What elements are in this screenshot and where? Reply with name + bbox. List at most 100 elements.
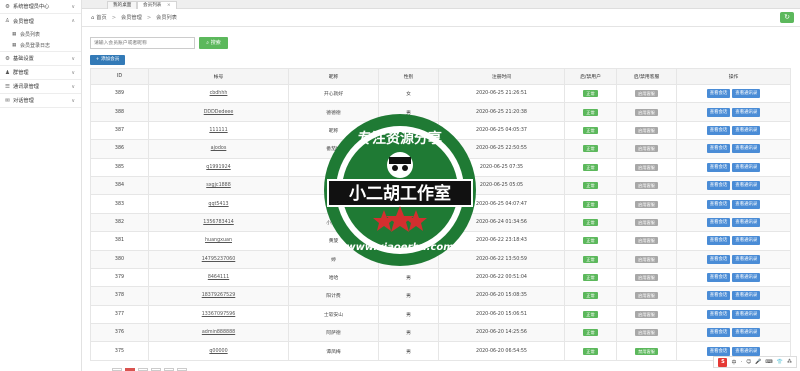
view-chat-button[interactable]: 查看会话	[706, 328, 731, 338]
cs-status-badge[interactable]: 启用客服	[635, 310, 658, 318]
user-status-badge[interactable]: 正常	[583, 329, 598, 337]
add-member-button[interactable]: + 添加会员	[90, 55, 125, 65]
view-contacts-button[interactable]: 查看通讯录	[732, 89, 761, 99]
user-status-badge[interactable]: 正常	[583, 218, 598, 226]
sidebar-item-admin-center[interactable]: ⚙ 系统管理员中心 ∨	[0, 0, 81, 14]
menu-icon[interactable]: ⁂	[787, 359, 792, 365]
tab-my-desktop[interactable]: 我的桌面	[107, 1, 138, 9]
view-contacts-button[interactable]: 查看通讯录	[732, 309, 761, 319]
refresh-button[interactable]: ↻	[780, 12, 794, 23]
account-link[interactable]: ajodos	[211, 146, 227, 151]
account-link[interactable]: sxgjc1888	[206, 183, 231, 188]
punct-icon[interactable]: ·	[741, 359, 743, 365]
user-status-badge[interactable]: 正常	[583, 163, 598, 171]
breadcrumb-home[interactable]: 首页	[96, 14, 106, 21]
sidebar-item-member-login-log[interactable]: ▦ 会员登录日志	[0, 40, 81, 52]
cs-status-badge[interactable]: 启用客服	[635, 329, 658, 337]
view-chat-button[interactable]: 查看会话	[706, 107, 731, 117]
cs-status-badge[interactable]: 启用客服	[635, 200, 658, 208]
cs-status-badge[interactable]: 启用客服	[635, 292, 658, 300]
sidebar-item-chat-management[interactable]: ✉ 对话管理 ∨	[0, 94, 81, 108]
user-status-badge[interactable]: 正常	[583, 90, 598, 98]
view-chat-button[interactable]: 查看会话	[706, 346, 731, 356]
account-link[interactable]: qqt5413	[208, 202, 228, 207]
cs-status-badge[interactable]: 启用客服	[635, 126, 658, 134]
sidebar-item-member-list[interactable]: ▦ 会员列表	[0, 28, 81, 40]
user-status-badge[interactable]: 正常	[583, 292, 598, 300]
user-status-badge[interactable]: 正常	[583, 347, 598, 355]
view-chat-button[interactable]: 查看会话	[706, 273, 731, 283]
view-chat-button[interactable]: 查看会话	[706, 125, 731, 135]
account-link[interactable]: 13367097596	[202, 312, 236, 317]
user-status-badge[interactable]: 正常	[583, 200, 598, 208]
close-icon[interactable]: ×	[167, 3, 171, 8]
account-link[interactable]: q00000	[209, 349, 227, 354]
view-chat-button[interactable]: 查看会话	[706, 309, 731, 319]
account-link[interactable]: DDDDedeee	[204, 110, 234, 115]
cs-status-badge[interactable]: 启用客服	[635, 163, 658, 171]
account-link[interactable]: q1991924	[206, 165, 230, 170]
cs-status-badge[interactable]: 启用客服	[635, 274, 658, 282]
cs-status-badge[interactable]: 禁用客服	[635, 347, 658, 355]
view-chat-button[interactable]: 查看会话	[706, 181, 731, 191]
account-link[interactable]: 111111	[209, 128, 227, 133]
view-chat-button[interactable]: 查看会话	[706, 291, 731, 301]
view-chat-button[interactable]: 查看会话	[706, 199, 731, 209]
cs-status-badge[interactable]: 启用客服	[635, 237, 658, 245]
account-link[interactable]: huangxuan	[205, 238, 232, 243]
user-status-badge[interactable]: 正常	[583, 310, 598, 318]
view-contacts-button[interactable]: 查看通讯录	[732, 236, 761, 246]
view-contacts-button[interactable]: 查看通讯录	[732, 144, 761, 154]
view-contacts-button[interactable]: 查看通讯录	[732, 346, 761, 356]
user-status-badge[interactable]: 正常	[583, 126, 598, 134]
view-contacts-button[interactable]: 查看通讯录	[732, 181, 761, 191]
breadcrumb-level1[interactable]: 会员管理	[121, 14, 142, 21]
view-contacts-button[interactable]: 查看通讯录	[732, 107, 761, 117]
user-status-badge[interactable]: 正常	[583, 237, 598, 245]
sidebar-item-basic-settings[interactable]: ⚙ 基础设置 ∨	[0, 52, 81, 66]
view-chat-button[interactable]: 查看会话	[706, 89, 731, 99]
cs-status-badge[interactable]: 启用客服	[635, 218, 658, 226]
lang-indicator[interactable]: 中	[731, 359, 736, 366]
sogou-logo-icon[interactable]: S	[718, 357, 728, 367]
account-link[interactable]: 1356783414	[203, 220, 234, 225]
sidebar-item-group-management[interactable]: ♟ 群管理 ∨	[0, 66, 81, 80]
mic-icon[interactable]: 🎤	[755, 359, 761, 365]
user-status-badge[interactable]: 正常	[583, 145, 598, 153]
emoji-icon[interactable]: ☺	[746, 359, 751, 365]
view-chat-button[interactable]: 查看会话	[706, 162, 731, 172]
view-contacts-button[interactable]: 查看通讯录	[732, 291, 761, 301]
skin-icon[interactable]: 👕	[777, 359, 783, 365]
user-status-badge[interactable]: 正常	[583, 182, 598, 190]
account-link[interactable]: 8464111	[208, 275, 229, 280]
sidebar-item-contacts-management[interactable]: ☰ 通讯录管理 ∨	[0, 80, 81, 94]
view-contacts-button[interactable]: 查看通讯录	[732, 125, 761, 135]
cs-status-badge[interactable]: 启用客服	[635, 108, 658, 116]
user-status-badge[interactable]: 正常	[583, 255, 598, 263]
view-chat-button[interactable]: 查看会话	[706, 254, 731, 264]
cs-status-badge[interactable]: 启用客服	[635, 145, 658, 153]
view-contacts-button[interactable]: 查看通讯录	[732, 273, 761, 283]
sidebar-item-member-management[interactable]: ♙ 会员管理 ∧	[0, 14, 81, 28]
user-status-badge[interactable]: 正常	[583, 108, 598, 116]
cs-status-badge[interactable]: 启用客服	[635, 90, 658, 98]
account-link[interactable]: cbdhhh	[210, 91, 228, 96]
user-status-badge[interactable]: 正常	[583, 274, 598, 282]
view-chat-button[interactable]: 查看会话	[706, 236, 731, 246]
search-input[interactable]	[90, 37, 195, 49]
account-link[interactable]: 14795237060	[202, 257, 236, 262]
cs-status-badge[interactable]: 启用客服	[635, 255, 658, 263]
account-link[interactable]: admin888888	[202, 330, 235, 335]
view-contacts-button[interactable]: 查看通讯录	[732, 217, 761, 227]
tab-member-list[interactable]: 会员列表 ×	[137, 1, 177, 9]
keyboard-icon[interactable]: ⌨	[766, 359, 773, 365]
view-contacts-button[interactable]: 查看通讯录	[732, 199, 761, 209]
search-button[interactable]: ⌕ 搜索	[199, 37, 228, 49]
view-chat-button[interactable]: 查看会话	[706, 144, 731, 154]
view-chat-button[interactable]: 查看会话	[706, 217, 731, 227]
view-contacts-button[interactable]: 查看通讯录	[732, 162, 761, 172]
view-contacts-button[interactable]: 查看通讯录	[732, 254, 761, 264]
view-contacts-button[interactable]: 查看通讯录	[732, 328, 761, 338]
account-link[interactable]: 18379267529	[202, 293, 236, 298]
cs-status-badge[interactable]: 启用客服	[635, 182, 658, 190]
